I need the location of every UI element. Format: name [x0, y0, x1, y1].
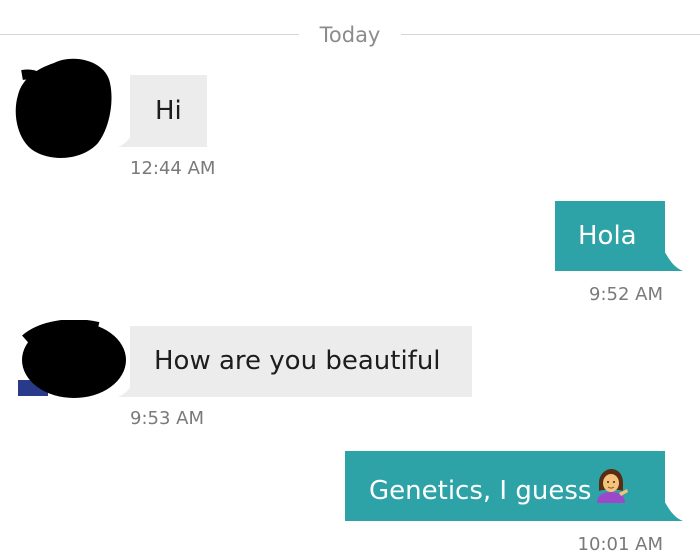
date-divider-label: Today — [319, 23, 381, 47]
person-tipping-hand-emoji-icon — [593, 469, 629, 512]
message-text: Hi — [155, 96, 182, 126]
message-text: Genetics, I guess — [369, 476, 592, 506]
message-text: Hola — [578, 221, 637, 251]
avatar-redacted[interactable] — [14, 55, 114, 161]
bubble-tail — [663, 249, 683, 271]
message-text: How are you beautiful — [154, 346, 441, 376]
message-bubble-outgoing[interactable]: Genetics, I guess — [345, 451, 683, 521]
message-bubble-incoming[interactable]: Hi — [118, 75, 207, 147]
bubble-tail — [663, 499, 683, 521]
avatar-redacted[interactable] — [12, 320, 128, 404]
message-timestamp: 12:44 AM — [130, 158, 216, 179]
message-timestamp: 9:52 AM — [589, 284, 663, 305]
redacted-avatar-icon — [18, 320, 126, 398]
message-bubble-outgoing[interactable]: Hola — [555, 201, 683, 271]
message-timestamp: 9:53 AM — [130, 408, 204, 429]
redacted-avatar-icon — [15, 58, 112, 158]
bubble-tail — [118, 375, 138, 397]
bubble-tail — [118, 125, 138, 147]
message-timestamp: 10:01 AM — [577, 534, 663, 553]
message-bubble-incoming[interactable]: How are you beautiful — [118, 326, 472, 397]
